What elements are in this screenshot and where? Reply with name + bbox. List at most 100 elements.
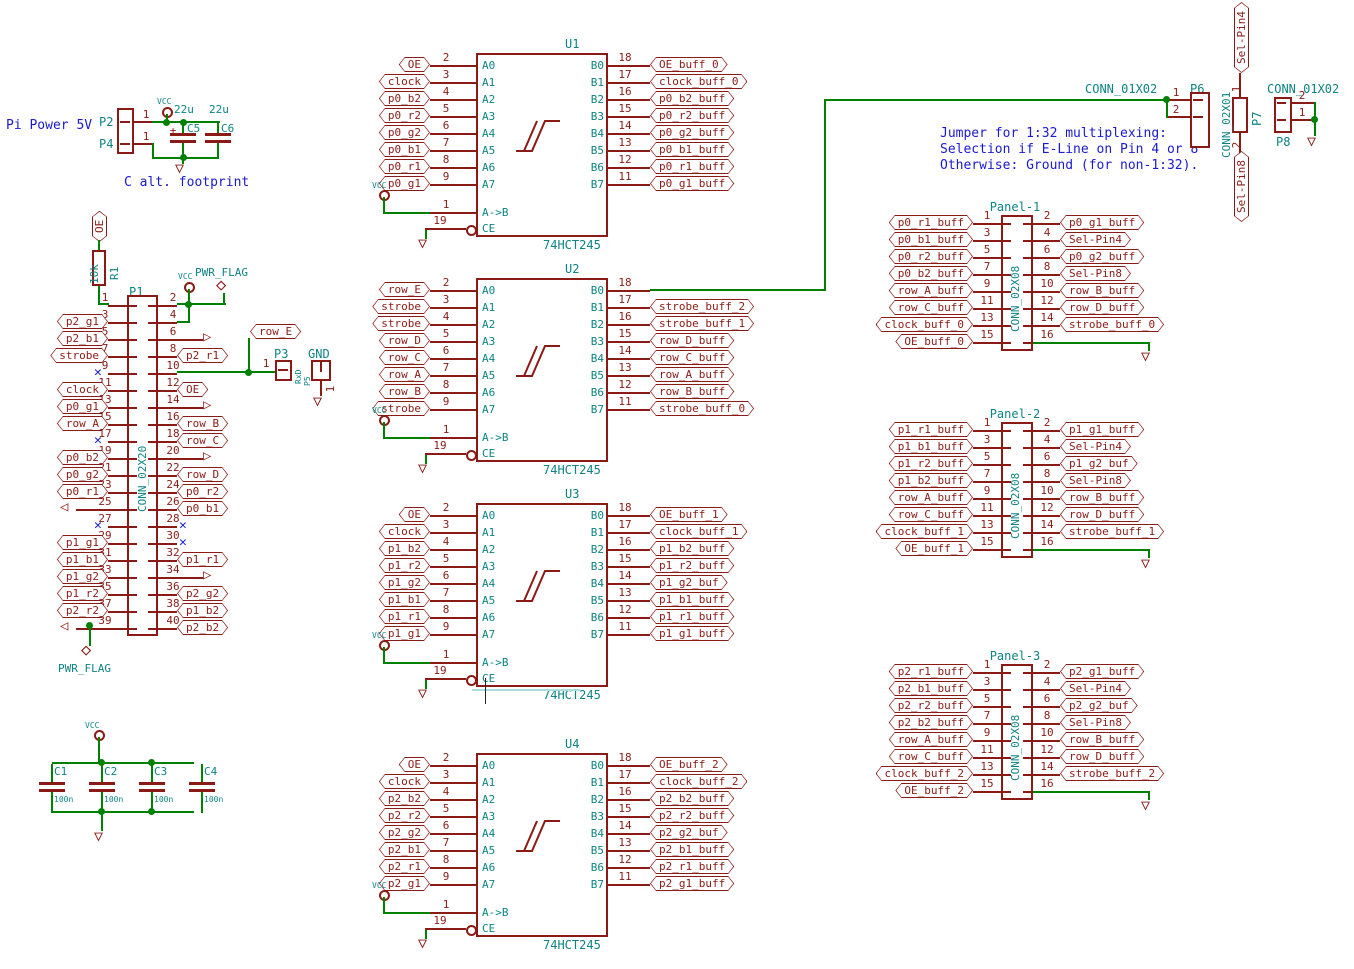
net-label[interactable]: clock — [379, 524, 430, 539]
net-label[interactable]: p2_g2_buf — [650, 825, 728, 840]
net-label[interactable]: row_C_buff — [889, 507, 973, 522]
net-label[interactable]: p0_b1_buff — [889, 232, 973, 247]
net-label[interactable]: p1_b2_buff — [889, 473, 973, 488]
net-label[interactable]: Sel-Pin4 — [1060, 439, 1131, 454]
net-label[interactable]: p2_b1_buff — [650, 842, 734, 857]
net-label[interactable]: Sel-Pin8 — [1060, 473, 1131, 488]
net-label[interactable]: clock_buff_0 — [650, 74, 747, 89]
net-label[interactable]: p2_b2_buff — [889, 715, 973, 730]
net-label[interactable]: p1_r2 — [379, 558, 430, 573]
net-label[interactable]: p1_b2_buff — [650, 541, 734, 556]
net-label[interactable]: p0_r1_buff — [889, 215, 973, 230]
net-label[interactable]: Sel-Pin8 — [1060, 715, 1131, 730]
net-label[interactable]: p2_b2_buff — [650, 791, 734, 806]
net-label[interactable]: row_D — [379, 333, 430, 348]
net-label[interactable]: p1_r1_buff — [889, 422, 973, 437]
net-label[interactable]: p1_g1 — [379, 626, 430, 641]
net-label[interactable]: p0_g2_buff — [650, 125, 734, 140]
net-label[interactable]: OE — [399, 507, 430, 522]
net-label[interactable]: row_D_buff — [1060, 300, 1144, 315]
panel-connector[interactable]: Panel-2 CONN_02X08 1 p1_r1_buff 3 — [890, 407, 1190, 582]
net-label[interactable]: row_C_buff — [889, 300, 973, 315]
buffer-chip[interactable]: U1 74HCT245 2 A0 OE 3 — [370, 35, 800, 260]
net-label[interactable]: p0_b2 — [379, 91, 430, 106]
net-label[interactable]: row_B — [379, 384, 430, 399]
oe-net-label[interactable]: OE — [92, 211, 107, 242]
net-label[interactable]: row_E — [379, 282, 430, 297]
net-label[interactable]: row_B_buff — [1060, 283, 1144, 298]
net-label[interactable]: row_C_buff — [889, 749, 973, 764]
net-label[interactable]: p2_b1 — [379, 842, 430, 857]
capacitor[interactable]: C4 100n — [189, 762, 249, 817]
net-label[interactable]: p1_b1 — [379, 592, 430, 607]
net-label[interactable]: p0_r1 — [379, 159, 430, 174]
net-label[interactable]: p2_b2 — [379, 791, 430, 806]
net-label[interactable]: p1_g1_buff — [1060, 422, 1144, 437]
buffer-chip[interactable]: U2 74HCT245 2 A0 row_E 3 — [370, 260, 800, 485]
net-label[interactable]: p2_r2_buff — [889, 698, 973, 713]
net-label[interactable]: row_A_buff — [889, 732, 973, 747]
net-label[interactable]: strobe — [372, 299, 430, 314]
net-label[interactable]: row_D_buff — [1060, 507, 1144, 522]
capacitor-plate[interactable] — [205, 133, 231, 136]
net-label[interactable]: row_D_buff — [1060, 749, 1144, 764]
net-label[interactable]: OE_buff_1 — [895, 541, 973, 556]
panel-connector[interactable]: Panel-1 CONN_02X08 1 p0_r1_buff 3 — [890, 200, 1190, 375]
net-label[interactable]: strobe_buff_1 — [650, 316, 754, 331]
net-label[interactable]: p0_b2_buff — [650, 91, 734, 106]
net-label[interactable]: row_D_buff — [650, 333, 734, 348]
net-label[interactable]: clock_buff_1 — [650, 524, 747, 539]
net-label[interactable]: p2_g2_buf — [1060, 698, 1138, 713]
buffer-chip[interactable]: U3 74HCT245 2 A0 OE 3 — [370, 485, 800, 710]
net-label[interactable]: Sel-Pin4 — [1060, 232, 1131, 247]
net-label[interactable]: row_A_buff — [889, 283, 973, 298]
net-label[interactable]: OE — [399, 57, 430, 72]
net-label[interactable]: row_B_buff — [1060, 732, 1144, 747]
net-label[interactable]: p0_b1 — [379, 142, 430, 157]
panel-connector[interactable]: Panel-3 CONN_02X08 1 p2_r1_buff 3 — [890, 649, 1190, 824]
net-label[interactable]: p0_g1_buff — [1060, 215, 1144, 230]
capacitor-plate[interactable] — [170, 133, 196, 136]
net-label[interactable]: p2_b1_buff — [889, 681, 973, 696]
net-label[interactable]: p0_g1_buff — [650, 176, 734, 191]
sel-pin8-net-label[interactable]: Sel-Pin8 — [1234, 151, 1249, 222]
net-label[interactable]: clock — [379, 74, 430, 89]
net-label[interactable]: p1_r1 — [379, 609, 430, 624]
net-label[interactable]: p1_b2 — [379, 541, 430, 556]
net-label[interactable]: clock_buff_2 — [650, 774, 747, 789]
net-label[interactable]: clock_buff_1 — [876, 524, 973, 539]
net-label[interactable]: strobe_buff_2 — [1060, 766, 1164, 781]
net-label[interactable]: p0_r2_buff — [889, 249, 973, 264]
net-label[interactable]: OE_buff_0 — [895, 334, 973, 349]
net-label[interactable]: OE_buff_2 — [895, 783, 973, 798]
net-label[interactable]: row_B_buff — [1060, 490, 1144, 505]
sel-pin4-net-label[interactable]: Sel-Pin4 — [1234, 2, 1249, 73]
net-label[interactable]: clock — [379, 774, 430, 789]
net-label[interactable]: p2_r2_buff — [650, 808, 734, 823]
net-label[interactable]: p1_r2_buff — [650, 558, 734, 573]
net-label[interactable]: OE_buff_0 — [650, 57, 728, 72]
net-label[interactable]: row_B_buff — [650, 384, 734, 399]
net-label[interactable]: OE_buff_2 — [650, 757, 728, 772]
net-label[interactable]: p1_r2_buff — [889, 456, 973, 471]
net-label[interactable]: p0_r2 — [379, 108, 430, 123]
net-label[interactable]: OE — [399, 757, 430, 772]
p7-connector[interactable] — [1232, 97, 1248, 133]
net-label[interactable]: p2_b2 — [177, 620, 228, 635]
net-label[interactable]: p2_r1_buff — [889, 664, 973, 679]
net-label[interactable]: strobe_buff_0 — [1060, 317, 1164, 332]
net-label[interactable]: p1_g2 — [379, 575, 430, 590]
net-label[interactable]: p0_r1_buff — [650, 159, 734, 174]
net-label[interactable]: p0_g1 — [379, 176, 430, 191]
row-e-net-label[interactable]: row_E — [250, 324, 301, 339]
net-label[interactable]: p2_g1 — [379, 876, 430, 891]
net-label[interactable]: p2_g1_buff — [1060, 664, 1144, 679]
net-label[interactable]: p2_r2 — [379, 808, 430, 823]
net-label[interactable]: Sel-Pin4 — [1060, 681, 1131, 696]
net-label[interactable]: strobe — [372, 316, 430, 331]
net-label[interactable]: clock_buff_2 — [876, 766, 973, 781]
net-label[interactable]: p1_g2_buf — [650, 575, 728, 590]
net-label[interactable]: p0_r2_buff — [650, 108, 734, 123]
net-label[interactable]: clock_buff_0 — [876, 317, 973, 332]
net-label[interactable]: p2_r1_buff — [650, 859, 734, 874]
